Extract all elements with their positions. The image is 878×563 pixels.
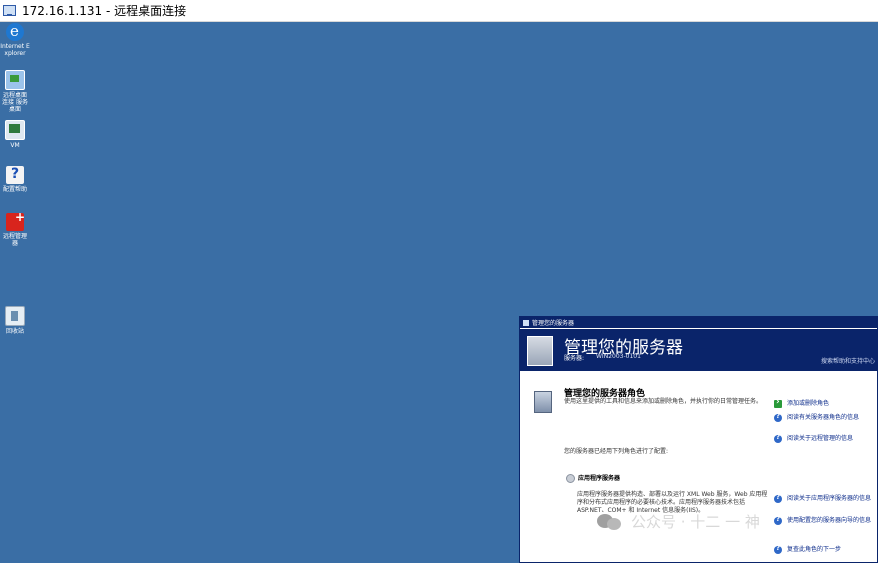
watermark-text: 公众号 · 十二 一 神	[631, 513, 760, 531]
desktop-icon-label: Internet Explorer	[0, 43, 30, 57]
desktop-icon-label: 远程管理 器	[2, 233, 27, 247]
window-body: 管理您的服务器角色 使用这里提供的工具和信息来添加或删除角色，并执行你的日常管理…	[520, 372, 877, 562]
configured-roles-text: 您的服务器已经用下列角色进行了配置:	[564, 448, 669, 455]
desktop-icon-vm[interactable]: VM	[0, 120, 30, 149]
link-text: 阅读关于应用程序服务器的信息	[787, 495, 872, 502]
roles-description: 使用这里提供的工具和信息来添加或删除角色，并执行你的日常管理任务。	[564, 398, 763, 405]
review-next-steps-link[interactable]: 复查此角色的下一步	[774, 544, 877, 554]
desktop-icon-label: 远程桌面 连接 服务桌面	[2, 92, 28, 113]
remote-desktop-titlebar: 172.16.1.131 - 远程桌面连接	[0, 0, 878, 22]
read-remote-admin-link[interactable]: 阅读关于远程管理的信息	[774, 433, 877, 443]
recycle-bin-icon	[5, 306, 25, 326]
link-text: 阅读关于远程管理的信息	[787, 435, 854, 442]
window-header: 管理您的服务器 服务器: WIN2003-0101 搜索帮助和支持中心	[520, 328, 877, 371]
server-role-icon	[534, 391, 552, 413]
desktop-icon-label: 回收站	[5, 328, 24, 335]
link-text: 使用配置您的服务器向导的信息	[787, 517, 872, 524]
help-icon	[774, 493, 782, 503]
help-icon	[774, 412, 782, 422]
desktop-icon-recycle-bin[interactable]: 回收站	[0, 306, 30, 335]
watermark: 公众号 · 十二 一 神	[597, 511, 760, 532]
window-title: 172.16.1.131 - 远程桌面连接	[22, 4, 187, 18]
help-icon	[774, 433, 782, 443]
desktop-icon-label: 配置帮助	[2, 186, 27, 193]
remote-desktop-icon	[5, 70, 25, 90]
help-icon	[774, 544, 782, 554]
window-titlebar[interactable]: 管理您的服务器	[520, 317, 877, 328]
collapse-icon[interactable]	[566, 474, 575, 483]
desktop-icon-help[interactable]: 配置帮助	[0, 166, 30, 193]
read-app-server-link[interactable]: 阅读关于应用程序服务器的信息	[774, 493, 877, 503]
server-icon	[523, 319, 529, 326]
desktop-icon-management[interactable]: 远程管理 器	[0, 210, 30, 247]
window-titlebar-text: 管理您的服务器	[532, 320, 575, 327]
read-roles-link[interactable]: 阅读有关服务器角色的信息	[774, 412, 877, 422]
monitor-icon	[3, 5, 16, 16]
wechat-icon	[597, 512, 623, 532]
server-icon	[527, 336, 553, 366]
role-title: 应用程序服务器	[578, 475, 621, 482]
link-text: 添加或删除角色	[787, 400, 830, 407]
desktop-icon-internet-explorer[interactable]: Internet Explorer	[0, 22, 30, 57]
desktop-icon-label: VM	[10, 142, 20, 149]
add-remove-role-link[interactable]: 添加或删除角色	[774, 397, 877, 408]
server-label: 服务器:	[564, 355, 585, 362]
vm-icon	[5, 120, 25, 140]
management-icon	[6, 210, 25, 231]
help-icon	[6, 166, 24, 184]
server-name: WIN2003-0101	[596, 353, 641, 360]
add-arrow-icon	[774, 397, 782, 408]
configure-wizard-link[interactable]: 使用配置您的服务器向导的信息	[774, 515, 877, 525]
link-text: 阅读有关服务器角色的信息	[787, 414, 860, 421]
help-icon	[774, 515, 782, 525]
ie-icon	[6, 22, 24, 41]
link-text: 复查此角色的下一步	[787, 546, 842, 553]
search-help-link[interactable]: 搜索帮助和支持中心	[821, 356, 875, 365]
desktop-icon-remote-desktop[interactable]: 远程桌面 连接 服务桌面	[0, 70, 30, 113]
